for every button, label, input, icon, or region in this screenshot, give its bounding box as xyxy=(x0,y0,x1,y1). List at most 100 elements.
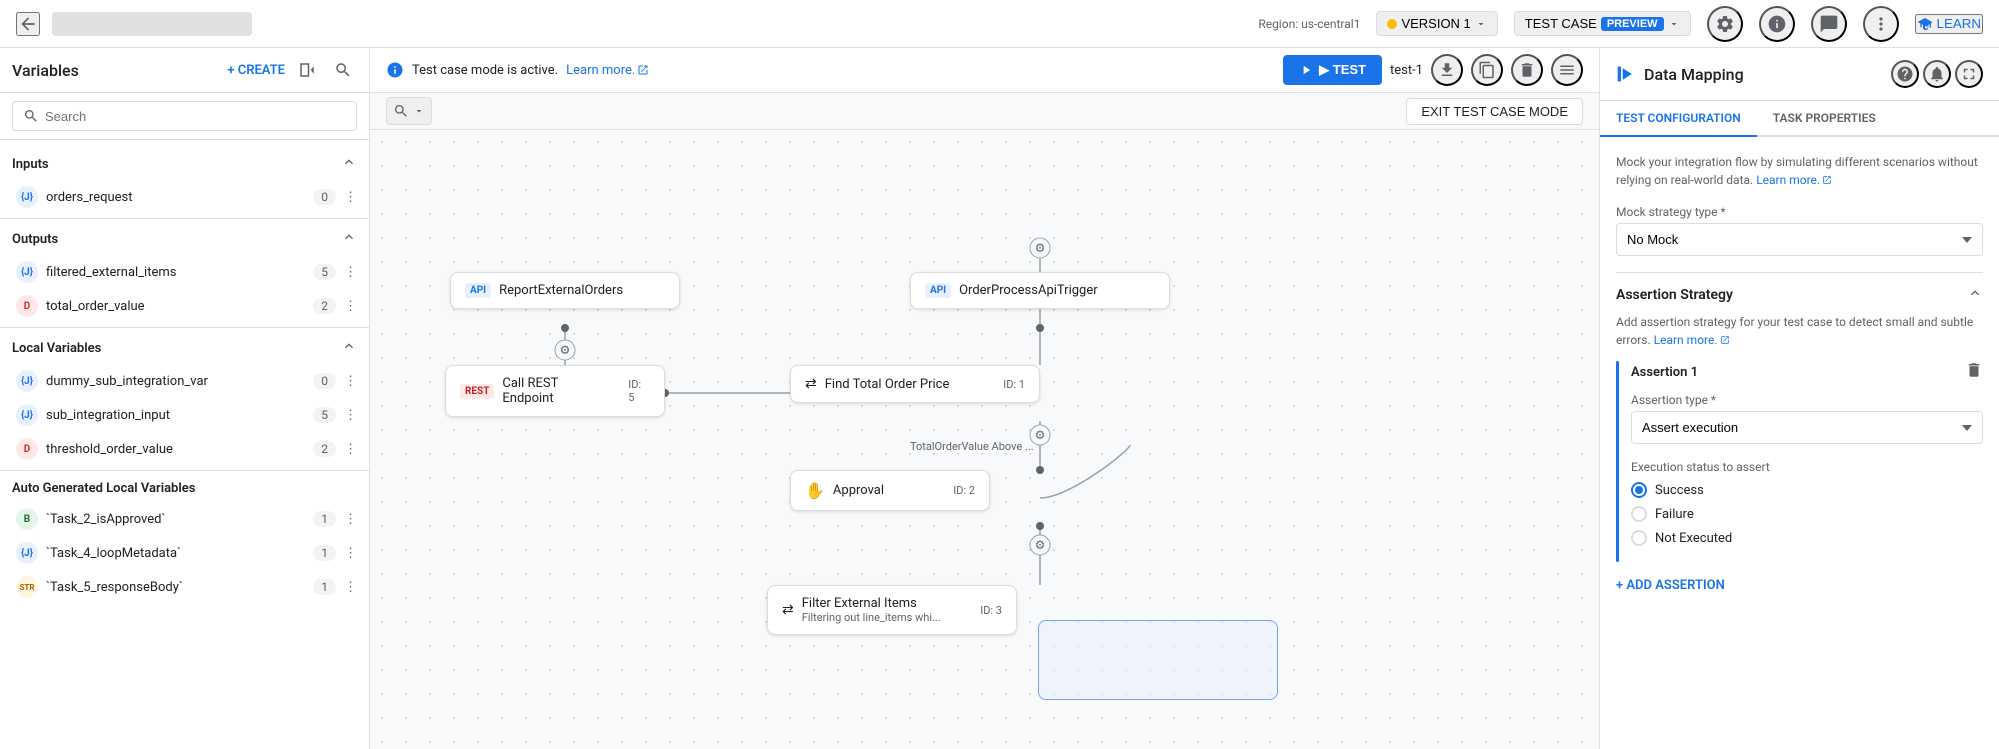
list-item[interactable]: STR `Task_5_responseBody` 1 ⋮ xyxy=(0,570,369,604)
create-button[interactable]: + CREATE xyxy=(227,63,285,78)
menu-button[interactable] xyxy=(1551,54,1583,86)
node-filter-external-items[interactable]: ⇄ Filter External Items Filtering out li… xyxy=(767,585,1017,635)
radio-failure[interactable]: Failure xyxy=(1631,506,1983,522)
test-case-button[interactable]: TEST CASE PREVIEW xyxy=(1514,11,1691,36)
variable-more-button[interactable]: ⋮ xyxy=(344,546,357,561)
flow-canvas-area: ⚙ ⚙ ⚙ ⚙ API ReportExternalOrde xyxy=(370,130,1599,749)
list-item[interactable]: {J} `Task_4_loopMetadata` 1 ⋮ xyxy=(0,536,369,570)
node-report-external-orders[interactable]: API ReportExternalOrders xyxy=(450,272,680,309)
bottom-node-preview xyxy=(1038,620,1278,700)
assertion-strategy-description: Add assertion strategy for your test cas… xyxy=(1616,313,1983,349)
radio-not-executed[interactable]: Not Executed xyxy=(1631,530,1983,546)
list-item[interactable]: {J} filtered_external_items 5 ⋮ xyxy=(0,255,369,289)
back-button[interactable] xyxy=(16,12,40,36)
radio-not-executed-label: Not Executed xyxy=(1655,531,1732,546)
variable-name: total_order_value xyxy=(46,299,305,314)
mock-strategy-group: Mock strategy type * No Mock xyxy=(1616,205,1983,256)
radio-success[interactable]: Success xyxy=(1631,482,1983,498)
list-item[interactable]: B `Task_2_isApproved` 1 ⋮ xyxy=(0,502,369,536)
tab-task-properties[interactable]: TASK PROPERTIES xyxy=(1757,101,1892,137)
node-name: OrderProcessApiTrigger xyxy=(959,283,1098,298)
node-name: Filter External Items xyxy=(802,596,964,611)
assertion-strategy-chevron[interactable] xyxy=(1967,285,1983,305)
sidebar-content: Inputs {J} orders_request 0 ⋮ Outputs xyxy=(0,140,369,749)
assertion-divider xyxy=(1616,361,1619,562)
variable-more-button[interactable]: ⋮ xyxy=(344,265,357,280)
assertion-type-select[interactable]: Assert execution xyxy=(1631,411,1983,444)
list-item[interactable]: {J} sub_integration_input 5 ⋮ xyxy=(0,398,369,432)
assertion-1-delete-button[interactable] xyxy=(1965,361,1983,383)
node-id: ID: 1 xyxy=(995,378,1025,391)
auto-section-title: Auto Generated Local Variables xyxy=(12,481,195,496)
sidebar-header-actions: + CREATE xyxy=(227,56,357,84)
node-find-total-order-price[interactable]: ⇄ Find Total Order Price ID: 1 xyxy=(790,365,1040,403)
feedback-button[interactable] xyxy=(1811,6,1847,42)
radio-success-label: Success xyxy=(1655,483,1704,498)
copy-button[interactable] xyxy=(1471,54,1503,86)
search-filter-button[interactable] xyxy=(329,56,357,84)
radio-not-executed-circle xyxy=(1631,530,1647,546)
variable-more-button[interactable]: ⋮ xyxy=(344,299,357,314)
learn-more-link[interactable]: Learn more. xyxy=(566,63,649,78)
type-badge-str: STR xyxy=(16,576,38,598)
variable-more-button[interactable]: ⋮ xyxy=(344,374,357,389)
variable-more-button[interactable]: ⋮ xyxy=(344,190,357,205)
variable-name: threshold_order_value xyxy=(46,442,305,457)
radio-failure-label: Failure xyxy=(1655,507,1694,522)
tab-test-configuration[interactable]: TEST CONFIGURATION xyxy=(1600,101,1757,137)
play-icon xyxy=(1299,63,1313,77)
node-approval[interactable]: ✋ Approval ID: 2 xyxy=(790,470,990,511)
node-id: ID: 3 xyxy=(972,604,1002,617)
add-assertion-button[interactable]: + ADD ASSERTION xyxy=(1616,578,1983,593)
test-mode-message: Test case mode is active. xyxy=(412,63,558,78)
mock-strategy-select[interactable]: No Mock xyxy=(1616,223,1983,256)
settings-button[interactable] xyxy=(1707,6,1743,42)
version-button[interactable]: VERSION 1 xyxy=(1376,11,1497,36)
download-button[interactable] xyxy=(1431,54,1463,86)
node-type-badge: API xyxy=(465,283,491,298)
mock-learn-more-link[interactable]: Learn more. xyxy=(1756,171,1832,189)
panel-expand-button[interactable] xyxy=(1955,60,1983,88)
local-chevron-icon[interactable] xyxy=(341,338,357,358)
type-badge-double: D xyxy=(16,295,38,317)
more-button[interactable] xyxy=(1863,6,1899,42)
node-order-process-api-trigger[interactable]: API OrderProcessApiTrigger xyxy=(910,272,1170,309)
delete-test-button[interactable] xyxy=(1511,54,1543,86)
sidebar-header: Variables + CREATE xyxy=(0,48,369,93)
right-panel-content: Mock your integration flow by simulating… xyxy=(1600,137,1999,749)
list-item[interactable]: D threshold_order_value 2 ⋮ xyxy=(0,432,369,466)
assertion-learn-more-link[interactable]: Learn more. xyxy=(1654,331,1730,349)
panel-help-button[interactable] xyxy=(1891,60,1919,88)
run-test-button[interactable]: ▶ TEST xyxy=(1283,55,1382,85)
list-item[interactable]: D total_order_value 2 ⋮ xyxy=(0,289,369,323)
info-button[interactable] xyxy=(1759,6,1795,42)
radio-failure-circle xyxy=(1631,506,1647,522)
type-badge-json: {J} xyxy=(16,186,38,208)
canvas-wrapper: Test case mode is active. Learn more. ▶ … xyxy=(370,48,1599,749)
assertion-1-card: Assertion 1 Assertion type * Assert exec… xyxy=(1616,361,1983,562)
search-input[interactable] xyxy=(45,109,346,124)
region-label: Region: us-central1 xyxy=(1258,17,1360,31)
test-case-label: TEST CASE xyxy=(1525,16,1597,31)
panel-notification-button[interactable] xyxy=(1923,60,1951,88)
exit-test-case-button[interactable]: EXIT TEST CASE MODE xyxy=(1406,98,1583,125)
zoom-button[interactable] xyxy=(386,97,432,125)
outputs-chevron-icon[interactable] xyxy=(341,229,357,249)
canvas-zoom-bar: EXIT TEST CASE MODE xyxy=(370,93,1599,130)
variable-more-button[interactable]: ⋮ xyxy=(344,512,357,527)
collapse-sidebar-button[interactable] xyxy=(293,56,321,84)
node-name: Call REST Endpoint xyxy=(502,376,612,406)
local-section-title: Local Variables xyxy=(12,341,101,356)
node-call-rest-endpoint[interactable]: REST Call REST Endpoint ID: 5 xyxy=(445,365,665,417)
type-badge-json: {J} xyxy=(16,404,38,426)
variable-more-button[interactable]: ⋮ xyxy=(344,442,357,457)
learn-button[interactable]: LEARN xyxy=(1915,14,1983,34)
list-item[interactable]: {J} dummy_sub_integration_var 0 ⋮ xyxy=(0,364,369,398)
execution-status-group: Execution status to assert Success Failu… xyxy=(1631,460,1983,546)
flow-edge-label: TotalOrderValue Above ... xyxy=(910,440,1034,453)
inputs-chevron-icon[interactable] xyxy=(341,154,357,174)
variable-more-button[interactable]: ⋮ xyxy=(344,580,357,595)
variable-name: orders_request xyxy=(46,190,305,205)
variable-more-button[interactable]: ⋮ xyxy=(344,408,357,423)
list-item[interactable]: {J} orders_request 0 ⋮ xyxy=(0,180,369,214)
